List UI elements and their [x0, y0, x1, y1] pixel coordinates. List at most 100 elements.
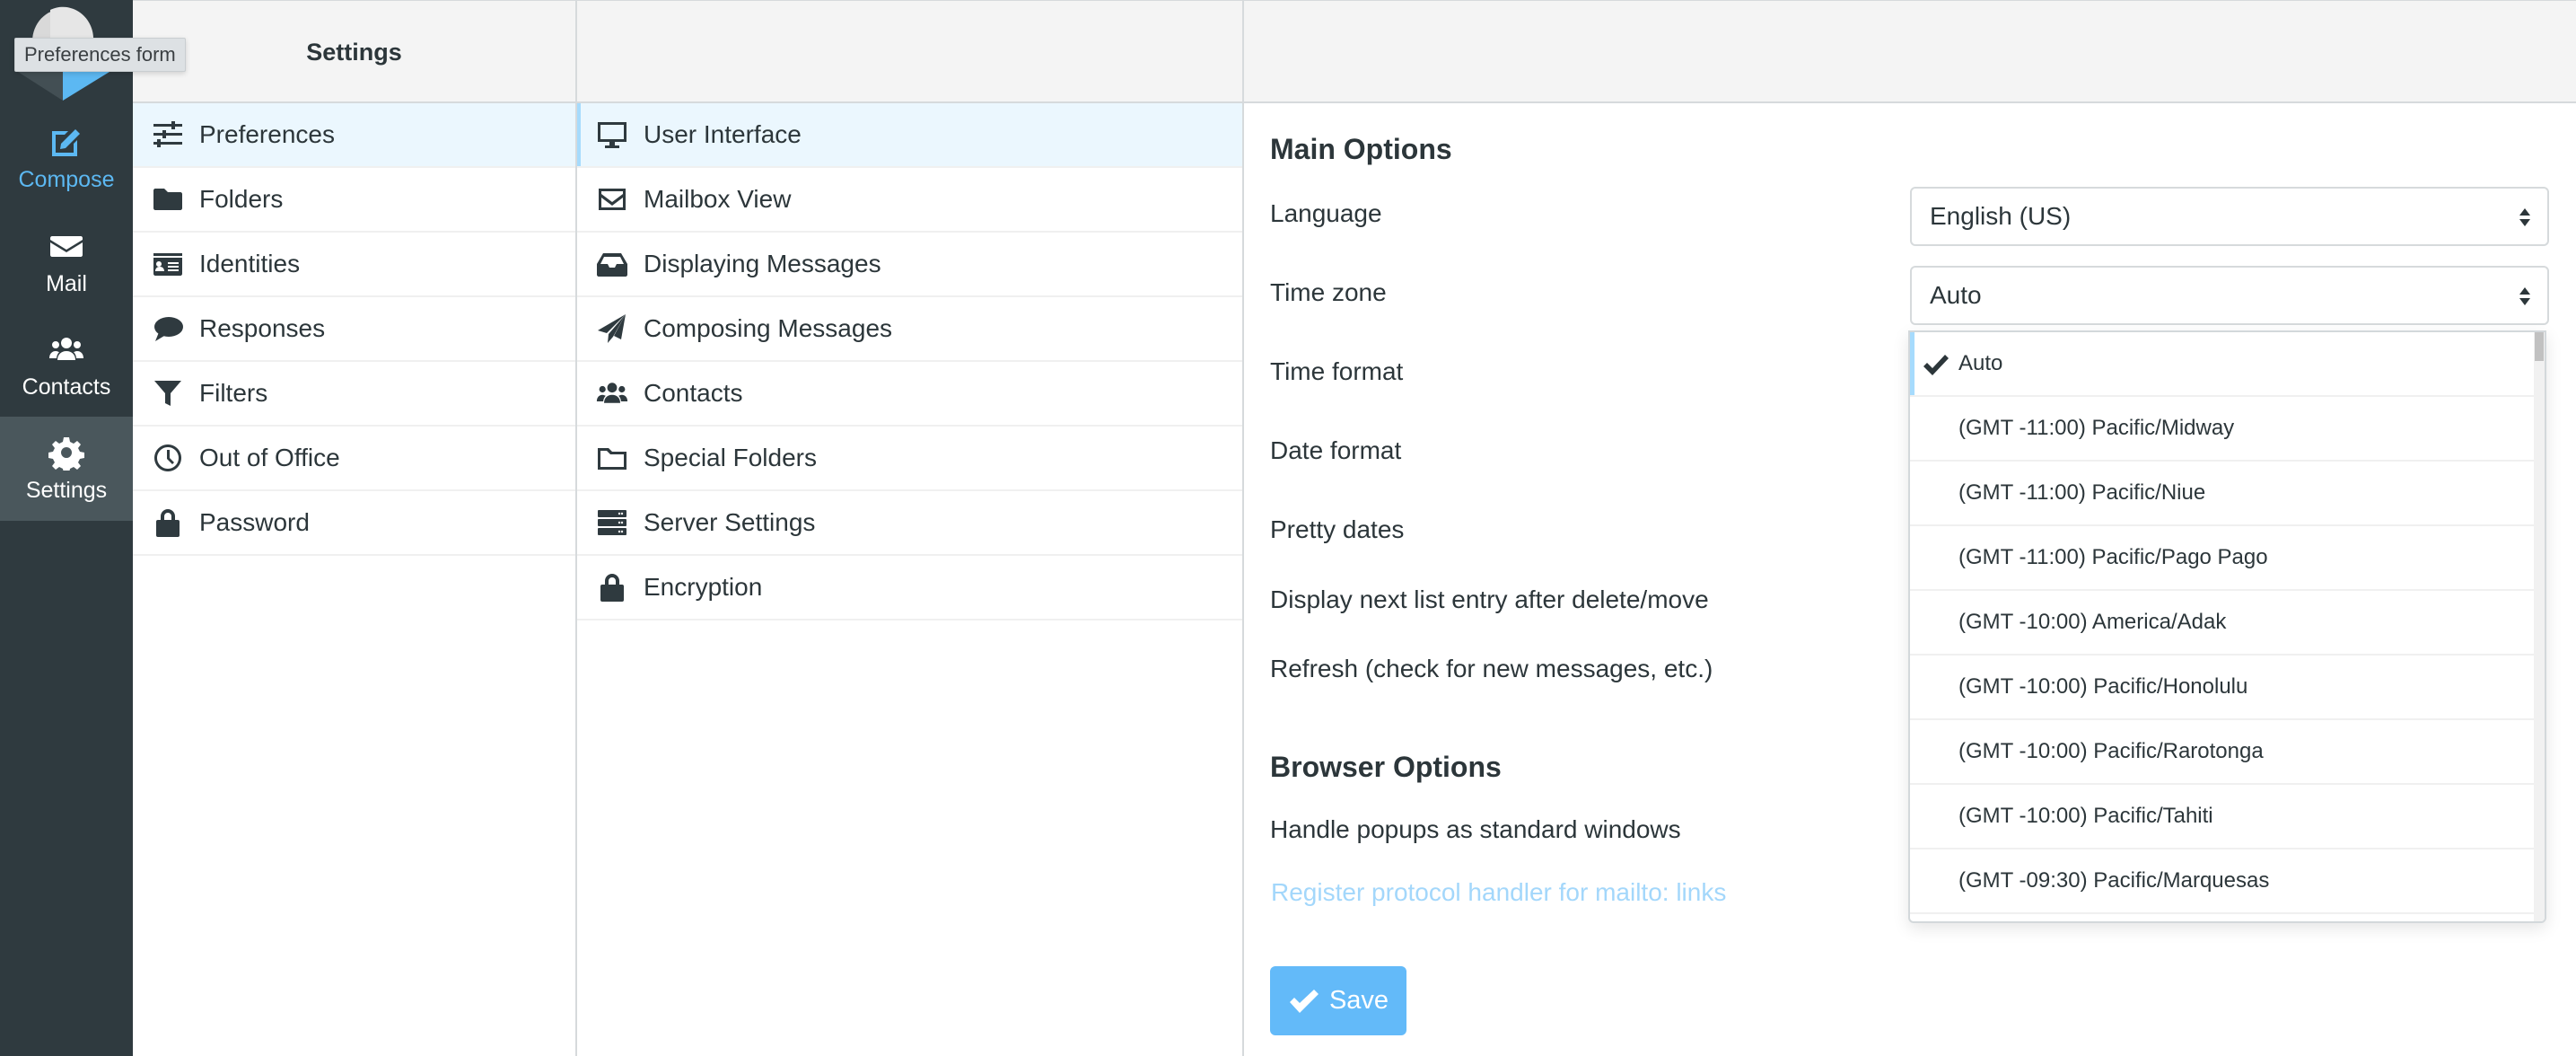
- server-icon: [595, 506, 629, 540]
- nav-contacts[interactable]: Contacts: [0, 313, 133, 418]
- folder-icon: [151, 182, 185, 216]
- envelope-outline-icon: [595, 182, 629, 216]
- language-select[interactable]: English (US): [1910, 187, 2549, 246]
- clock-icon: [151, 441, 185, 475]
- timezone-label: Time zone: [1270, 278, 1387, 306]
- timezone-option-label: (GMT -10:00) Pacific/Honolulu: [1958, 674, 2248, 699]
- sliders-icon: [151, 118, 185, 152]
- section-item-label: Encryption: [644, 573, 763, 601]
- settings-item-label: Password: [199, 508, 310, 536]
- settings-item-filters[interactable]: Filters: [133, 362, 575, 427]
- settings-title: Settings: [306, 39, 402, 66]
- tooltip: Preferences form: [14, 38, 186, 72]
- section-item-label: Server Settings: [644, 508, 816, 536]
- nav-mail[interactable]: Mail: [0, 210, 133, 314]
- timezone-option[interactable]: (GMT -10:00) Pacific/Honolulu: [1910, 656, 2534, 720]
- section-item-contacts[interactable]: Contacts: [577, 362, 1242, 427]
- timezone-option-label: (GMT -11:00) Pacific/Pago Pago: [1958, 545, 2268, 569]
- users-icon: [49, 337, 83, 360]
- register-mailto-link[interactable]: Register protocol handler for mailto: li…: [1271, 878, 1726, 907]
- timezone-option[interactable]: (GMT -11:00) Pacific/Pago Pago: [1910, 526, 2534, 591]
- timezone-option-label: (GMT -11:00) Pacific/Midway: [1958, 416, 2235, 440]
- settings-item-preferences[interactable]: Preferences: [133, 103, 575, 168]
- desktop-icon: [595, 118, 629, 152]
- display-next-label: Display next list entry after delete/mov…: [1270, 585, 1709, 613]
- settings-item-out-of-office[interactable]: Out of Office: [133, 427, 575, 491]
- nav-settings[interactable]: Settings: [0, 417, 133, 521]
- timezone-option-label: (GMT -10:00) Pacific/Tahiti: [1958, 804, 2213, 828]
- sections-column: User Interface Mailbox View Displaying M…: [577, 0, 1244, 1056]
- timezone-option[interactable]: (GMT -11:00) Pacific/Niue: [1910, 462, 2534, 526]
- comment-icon: [151, 312, 185, 346]
- settings-header: Settings: [133, 0, 575, 103]
- section-item-mailbox-view[interactable]: Mailbox View: [577, 168, 1242, 233]
- section-item-composing-messages[interactable]: Composing Messages: [577, 297, 1242, 362]
- folder-outline-icon: [595, 441, 629, 475]
- language-label: Language: [1270, 199, 1382, 227]
- settings-item-label: Filters: [199, 379, 268, 407]
- check-icon: [1289, 989, 1319, 1013]
- section-item-special-folders[interactable]: Special Folders: [577, 427, 1242, 491]
- users-icon: [595, 376, 629, 410]
- app-navigation: Compose Mail Contacts Settings: [0, 0, 133, 1056]
- handle-popups-label: Handle popups as standard windows: [1270, 815, 1681, 843]
- timezone-option[interactable]: Auto: [1910, 332, 2534, 397]
- settings-item-label: Out of Office: [199, 444, 340, 471]
- lock-icon: [151, 506, 185, 540]
- select-arrows-icon: [2519, 208, 2530, 226]
- time-format-label: Time format: [1270, 357, 1404, 385]
- dropdown-scrollbar[interactable]: [2534, 332, 2545, 921]
- timezone-option[interactable]: (GMT -09:30) Pacific/Marquesas: [1910, 849, 2534, 914]
- form-header: [1244, 0, 2576, 103]
- nav-contacts-label: Contacts: [22, 374, 111, 400]
- settings-item-password[interactable]: Password: [133, 491, 575, 556]
- timezone-dropdown: Auto (GMT -11:00) Pacific/Midway (GMT -1…: [1908, 330, 2546, 923]
- settings-item-responses[interactable]: Responses: [133, 297, 575, 362]
- lock-icon: [595, 570, 629, 604]
- timezone-select[interactable]: Auto: [1910, 266, 2549, 325]
- settings-list: Preferences Folders Identities Responses…: [133, 103, 575, 556]
- sections-list: User Interface Mailbox View Displaying M…: [577, 103, 1242, 620]
- dropdown-scrollbar-thumb[interactable]: [2535, 332, 2544, 361]
- main-options-title: Main Options: [1270, 133, 1452, 165]
- section-item-encryption[interactable]: Encryption: [577, 556, 1242, 620]
- sections-header: [577, 0, 1242, 103]
- inbox-icon: [595, 247, 629, 281]
- section-item-displaying-messages[interactable]: Displaying Messages: [577, 233, 1242, 297]
- section-item-server-settings[interactable]: Server Settings: [577, 491, 1242, 556]
- timezone-option[interactable]: (GMT -10:00) Pacific/Rarotonga: [1910, 720, 2534, 785]
- section-item-label: Mailbox View: [644, 185, 792, 213]
- check-icon: [1923, 354, 1950, 377]
- save-button[interactable]: Save: [1270, 966, 1406, 1035]
- timezone-option-label: Auto: [1958, 351, 2003, 375]
- language-select-value: English (US): [1930, 202, 2072, 230]
- nav-compose[interactable]: Compose: [0, 106, 133, 210]
- paper-plane-icon: [595, 312, 629, 346]
- timezone-option[interactable]: (GMT -10:00) America/Adak: [1910, 591, 2534, 656]
- section-item-user-interface[interactable]: User Interface: [577, 103, 1242, 168]
- section-item-label: Special Folders: [644, 444, 817, 471]
- settings-item-label: Folders: [199, 185, 284, 213]
- timezone-option[interactable]: (GMT -11:00) Pacific/Midway: [1910, 397, 2534, 462]
- section-item-label: Displaying Messages: [644, 250, 881, 277]
- timezone-option-label: (GMT -11:00) Pacific/Niue: [1958, 480, 2206, 505]
- timezone-option-label: (GMT -10:00) America/Adak: [1958, 610, 2227, 634]
- timezone-option-label: (GMT -09:30) Pacific/Marquesas: [1958, 868, 2270, 893]
- compose-icon: [52, 128, 80, 156]
- nav-settings-label: Settings: [25, 477, 108, 503]
- nav-compose-label: Compose: [18, 166, 115, 192]
- timezone-option[interactable]: (GMT -10:00) Pacific/Tahiti: [1910, 785, 2534, 849]
- browser-options-title: Browser Options: [1270, 751, 1502, 783]
- section-item-label: User Interface: [644, 120, 802, 148]
- settings-item-identities[interactable]: Identities: [133, 233, 575, 297]
- section-item-label: Contacts: [644, 379, 743, 407]
- filter-icon: [151, 376, 185, 410]
- timezone-option-label: (GMT -10:00) Pacific/Rarotonga: [1958, 739, 2264, 763]
- gear-icon: [48, 436, 84, 471]
- id-card-icon: [151, 247, 185, 281]
- timezone-select-value: Auto: [1930, 281, 1982, 309]
- settings-item-folders[interactable]: Folders: [133, 168, 575, 233]
- settings-item-label: Preferences: [199, 120, 335, 148]
- select-arrows-icon: [2519, 287, 2530, 305]
- settings-item-label: Responses: [199, 314, 326, 342]
